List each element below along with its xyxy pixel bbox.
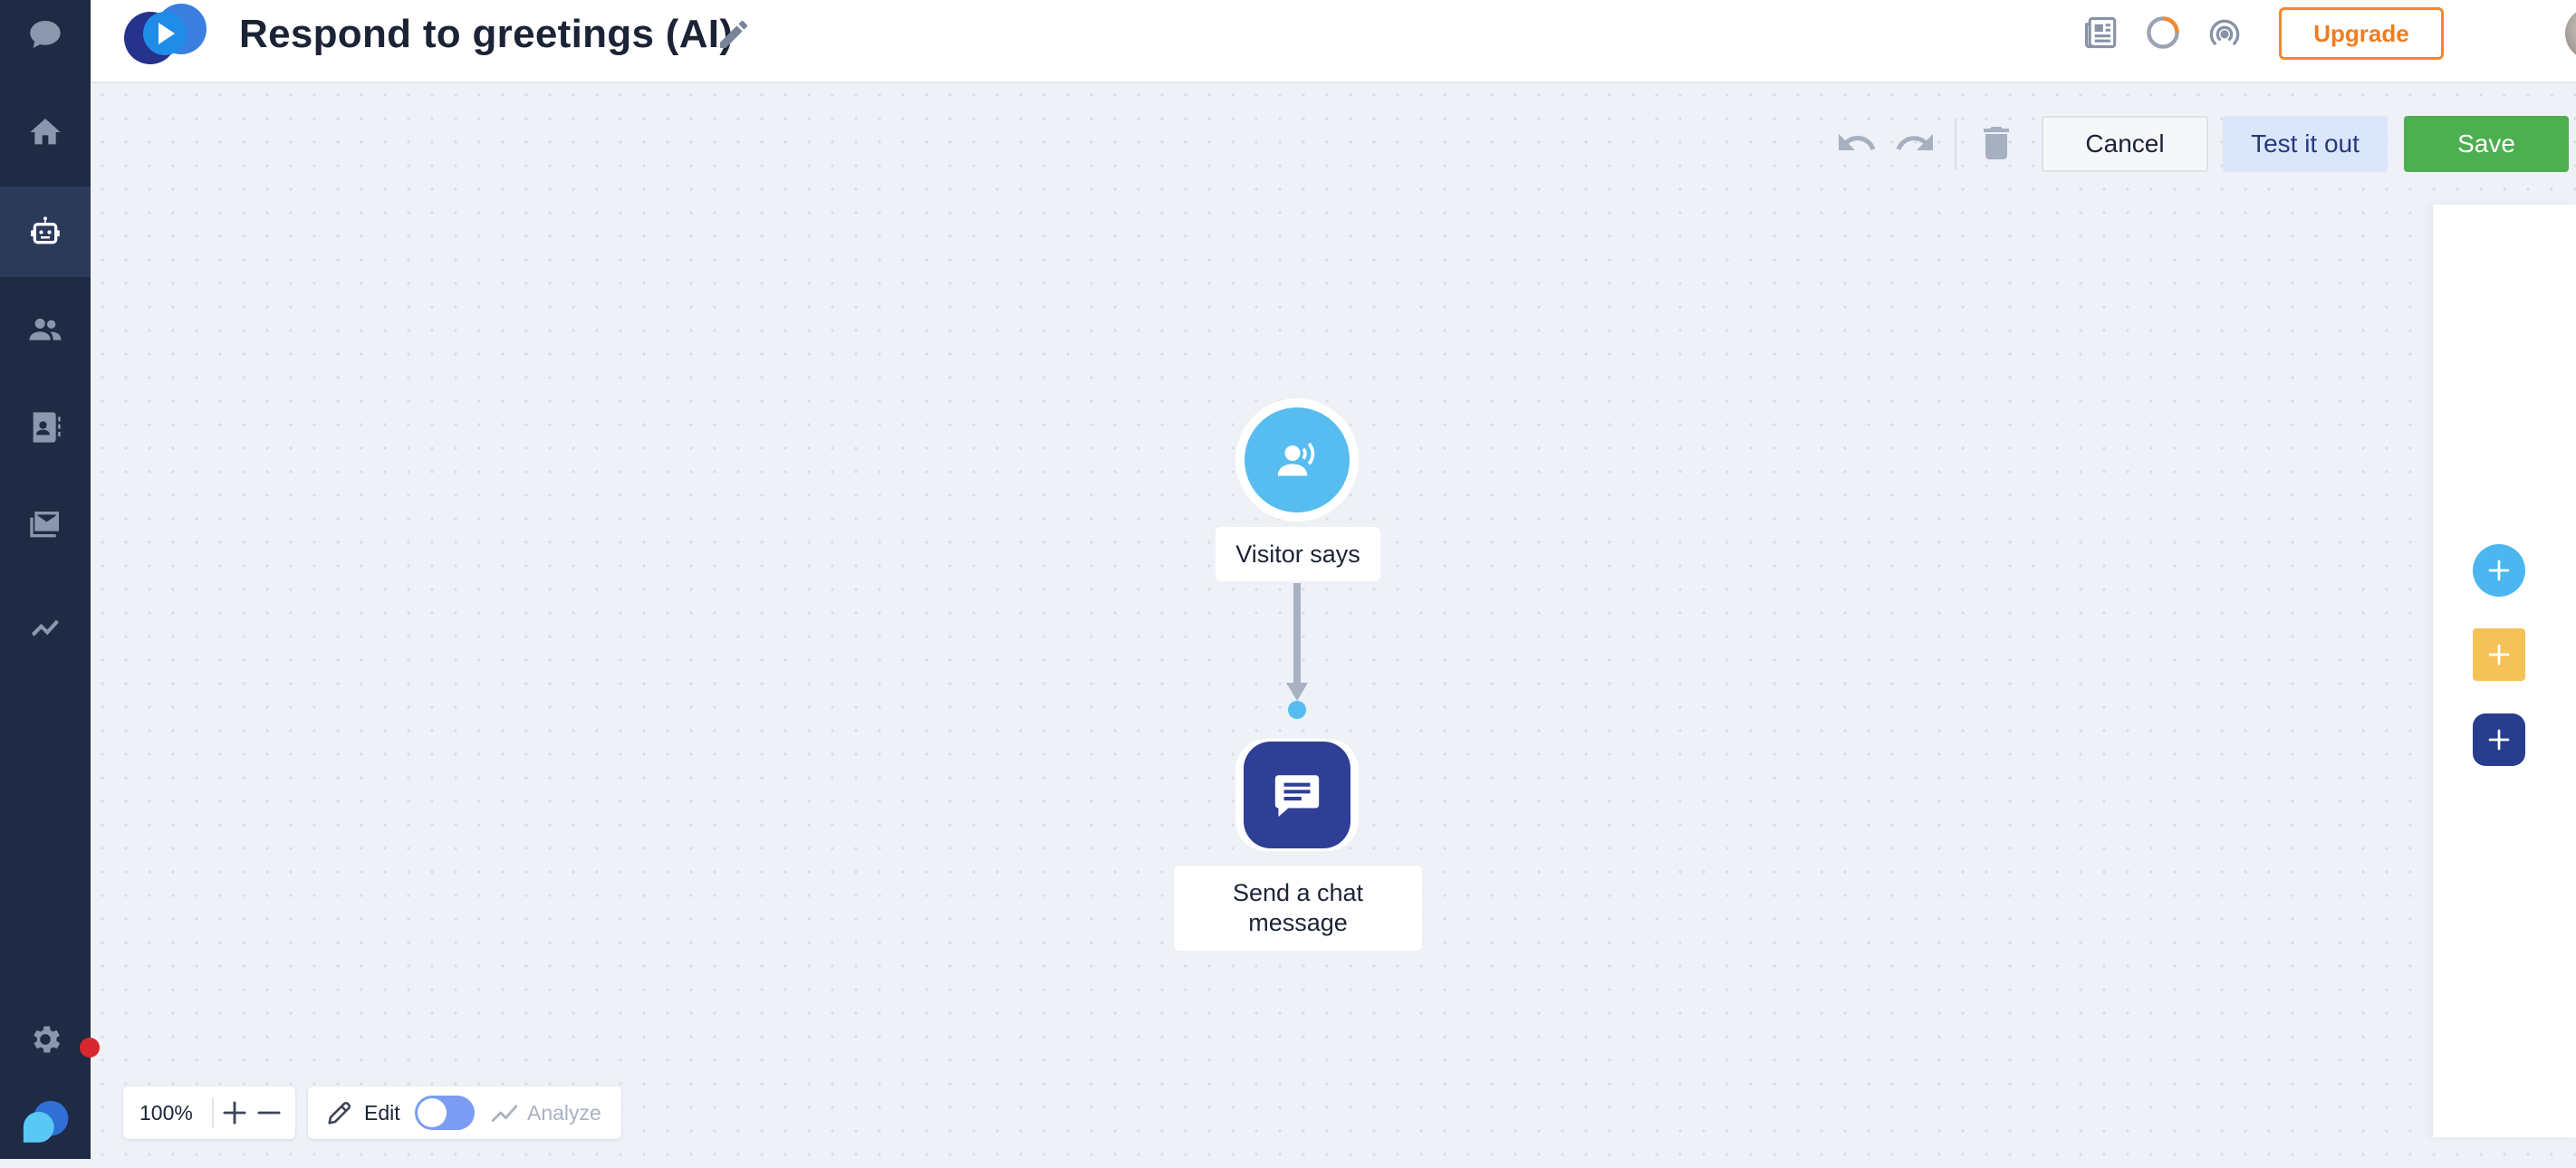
arrow-down-icon <box>1286 683 1308 701</box>
sidebar-item-chats[interactable] <box>0 0 91 80</box>
toolbar-divider <box>1955 118 1956 170</box>
trigger-node-visitor-says[interactable] <box>1235 398 1359 522</box>
contacts-icon <box>27 409 63 445</box>
save-button[interactable]: Save <box>2404 116 2569 172</box>
sidebar-item-messages[interactable] <box>0 480 91 570</box>
flow-canvas[interactable] <box>91 83 2576 1159</box>
sidebar-item-chatbots[interactable] <box>0 187 91 277</box>
team-icon <box>27 311 63 348</box>
redo-button[interactable] <box>1893 121 1937 165</box>
upgrade-button[interactable]: Upgrade <box>2279 7 2444 60</box>
progress-button[interactable] <box>2143 13 2183 53</box>
notification-dot <box>80 1038 100 1058</box>
minus-icon <box>252 1096 286 1130</box>
sidebar-item-team[interactable] <box>0 284 91 375</box>
sidebar-item-analytics[interactable] <box>0 579 91 670</box>
sidebar-brand-logo[interactable] <box>0 1077 91 1168</box>
edit-mode-label[interactable]: Edit <box>364 1087 400 1139</box>
broadcast-icon <box>2205 13 2244 53</box>
plus-icon <box>2485 557 2513 584</box>
plus-icon <box>2485 726 2513 753</box>
sidebar-item-contacts[interactable] <box>0 382 91 473</box>
mail-icon <box>27 507 63 543</box>
page-title: Respond to greetings (AI) <box>239 9 733 60</box>
chat-message-icon <box>1271 769 1323 821</box>
pencil-icon <box>324 1097 355 1128</box>
delete-button[interactable] <box>1975 121 2018 165</box>
sidebar-item-settings[interactable] <box>0 994 91 1085</box>
mode-switcher: Edit Analyze <box>308 1087 621 1139</box>
action-node-send-chat-message[interactable] <box>1235 739 1359 851</box>
trash-icon <box>1975 121 2018 165</box>
zoom-level: 100% <box>139 1087 193 1139</box>
zoom-out-button[interactable] <box>252 1096 286 1130</box>
app-logo-icon <box>120 2 216 65</box>
undo-button[interactable] <box>1835 121 1879 165</box>
chat-icon <box>27 16 63 53</box>
trigger-node-label[interactable]: Visitor says <box>1216 527 1380 581</box>
bot-icon <box>27 214 63 250</box>
progress-ring-icon <box>2143 13 2183 53</box>
brand-logo-icon <box>19 1096 72 1149</box>
avatar[interactable] <box>2565 7 2576 60</box>
plus-icon <box>2485 641 2513 668</box>
trigger-node-body <box>1245 407 1350 512</box>
analytics-icon <box>27 607 63 643</box>
home-icon <box>27 114 63 150</box>
edit-title-button[interactable] <box>716 16 752 53</box>
news-button[interactable] <box>2081 13 2121 53</box>
add-action-button[interactable] <box>2473 713 2525 766</box>
analyze-mode-label[interactable]: Analyze <box>527 1087 601 1139</box>
connection-point[interactable] <box>1288 701 1306 719</box>
news-icon <box>2081 13 2121 53</box>
sidebar <box>0 0 91 1159</box>
top-bar: Respond to greetings (AI) Upgrade <box>91 0 2576 83</box>
zoom-in-button[interactable] <box>217 1096 252 1130</box>
user-photo-icon <box>2565 7 2576 60</box>
action-node-body <box>1244 742 1350 848</box>
zoom-divider <box>212 1097 214 1128</box>
plus-icon <box>217 1096 252 1130</box>
visitor-speaking-icon <box>1270 433 1324 487</box>
analytics-icon <box>489 1097 520 1128</box>
cancel-button[interactable]: Cancel <box>2042 116 2208 172</box>
test-it-out-button[interactable]: Test it out <box>2223 116 2388 172</box>
redo-icon <box>1893 121 1937 165</box>
toggle-knob <box>418 1098 447 1127</box>
flow-connector <box>1293 583 1301 690</box>
add-condition-button[interactable] <box>2473 628 2525 681</box>
gear-icon <box>27 1021 63 1058</box>
undo-icon <box>1835 121 1879 165</box>
broadcast-button[interactable] <box>2205 13 2244 53</box>
add-trigger-button[interactable] <box>2473 544 2525 597</box>
pencil-icon <box>716 16 752 53</box>
zoom-controls: 100% <box>123 1087 295 1139</box>
sidebar-item-home[interactable] <box>0 87 91 177</box>
action-node-label[interactable]: Send a chat message <box>1174 866 1422 951</box>
edit-analyze-toggle[interactable] <box>415 1096 475 1130</box>
